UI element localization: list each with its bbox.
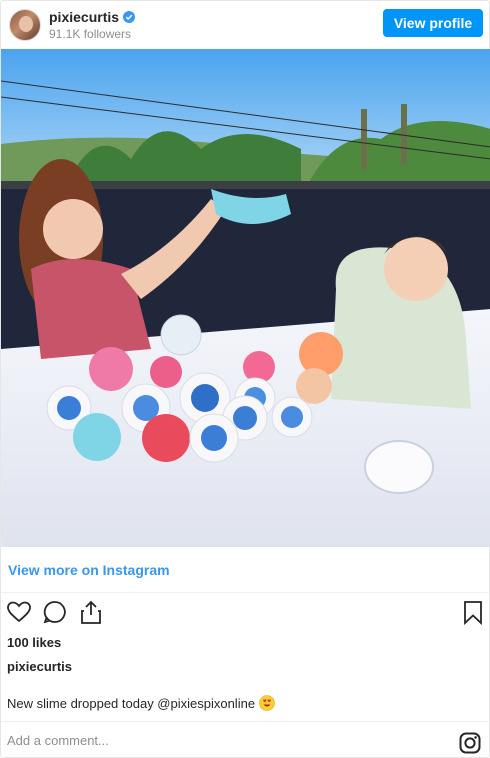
instagram-embed: pixiecurtis 91.1K followers View profile xyxy=(0,0,490,758)
username-row: pixiecurtis xyxy=(49,9,136,25)
bookmark-icon[interactable] xyxy=(460,599,486,625)
comment-icon[interactable] xyxy=(42,599,68,625)
avatar[interactable] xyxy=(9,9,41,41)
view-more-link[interactable]: View more on Instagram xyxy=(1,547,490,593)
view-profile-button[interactable]: View profile xyxy=(383,9,483,37)
heart-icon[interactable] xyxy=(6,599,32,625)
verified-badge-icon xyxy=(123,11,136,23)
user-meta: pixiecurtis 91.1K followers xyxy=(49,9,136,41)
instagram-logo-icon[interactable] xyxy=(459,732,481,754)
caption: New slime dropped today @pixiespixonline xyxy=(7,695,275,711)
post-header: pixiecurtis 91.1K followers View profile xyxy=(1,1,490,49)
comment-bar[interactable]: Add a comment... xyxy=(1,721,490,758)
share-icon[interactable] xyxy=(78,599,104,625)
caption-username[interactable]: pixiecurtis xyxy=(7,659,72,674)
likes-count[interactable]: 100 likes xyxy=(7,635,61,650)
action-bar xyxy=(1,595,490,631)
username[interactable]: pixiecurtis xyxy=(49,9,119,25)
heart-eyes-emoji xyxy=(259,695,275,711)
followers-count: 91.1K followers xyxy=(49,27,132,41)
view-more-label[interactable]: View more on Instagram xyxy=(8,562,170,578)
caption-text: New slime dropped today @pixiespixonline xyxy=(7,695,256,711)
comment-input[interactable]: Add a comment... xyxy=(7,733,109,748)
post-photo[interactable] xyxy=(1,49,490,547)
photo-illustration xyxy=(1,49,490,547)
